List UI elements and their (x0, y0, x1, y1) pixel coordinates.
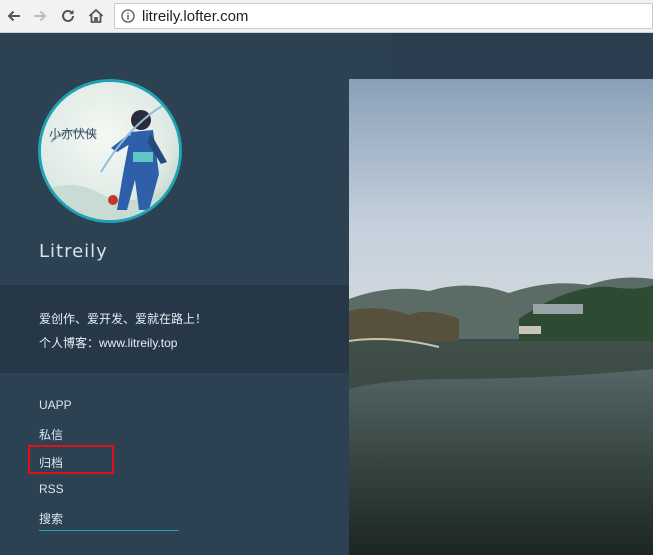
info-icon[interactable] (121, 9, 135, 28)
forward-arrow-icon[interactable] (28, 4, 52, 28)
header-strip (393, 33, 653, 79)
back-arrow-icon[interactable] (2, 4, 26, 28)
highlight-box (28, 445, 114, 474)
page-content: 小亦伏侠 Litreily 爱创作、爱开发、爱就在路上！ 个人博客：www.li… (0, 33, 653, 555)
address-bar[interactable]: litreily.lofter.com (114, 3, 653, 29)
blog-name[interactable]: Litreily (39, 241, 108, 262)
menu-item-messages[interactable]: 私信 (39, 426, 63, 443)
description-band (0, 285, 393, 373)
avatar-text: 小亦伏侠 (49, 126, 97, 141)
search-underline (39, 530, 179, 531)
menu-item-rss[interactable]: RSS (39, 482, 64, 496)
description-line: 爱创作、爱开发、爱就在路上！ (39, 312, 208, 326)
browser-toolbar: litreily.lofter.com (0, 0, 653, 33)
home-icon[interactable] (84, 4, 108, 28)
description-line: 个人博客：www.litreily.top (39, 336, 178, 350)
avatar[interactable]: 小亦伏侠 (38, 79, 182, 223)
menu-item-search[interactable]: 搜索 (39, 510, 63, 527)
reload-icon[interactable] (56, 4, 80, 28)
menu-item-uapp[interactable]: UAPP (39, 398, 72, 412)
url-text: litreily.lofter.com (142, 8, 249, 25)
post-photo[interactable] (349, 79, 653, 555)
